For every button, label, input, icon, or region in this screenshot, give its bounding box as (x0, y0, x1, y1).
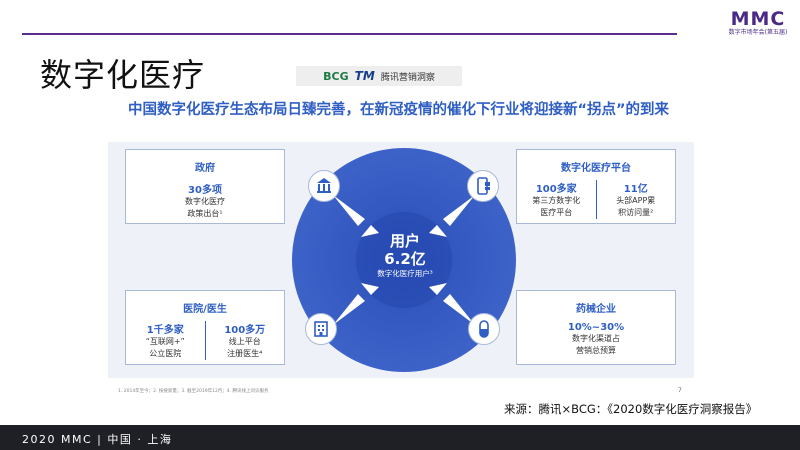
brand-logo-text: MMC (730, 8, 786, 30)
hospital-left-line1: “互联网+” (145, 337, 185, 346)
government-box: 政府 30多项 数字化医疗 政策出台¹ (125, 149, 285, 224)
platform-left-line1: 第三方数字化 (532, 196, 581, 205)
government-building-icon (317, 178, 331, 193)
center-desc: 数字化医疗用户³ (377, 269, 433, 278)
hospital-left-stat: 1千多家 “互联网+” 公立医院 (126, 321, 205, 360)
brand-subtitle: 数字市场年会(第五届) (728, 29, 788, 36)
hospital-left-line2: 公立医院 (149, 349, 182, 358)
tm-logo: TM (354, 69, 375, 83)
platform-box: 数字化医疗平台 100多家 第三方数字化 医疗平台 11亿 头部APP累 积访问… (516, 149, 676, 224)
bcg-logo: BCG (323, 69, 349, 83)
footnote: 1. 2014年至今；2. 按搜索量；3. 截至2019年12月；4. 腾讯线上… (118, 389, 269, 394)
hospital-title: 医院/医生 (183, 304, 227, 315)
hospital-left-number: 1千多家 (146, 325, 184, 336)
platform-right-line1: 头部APP累 (616, 196, 656, 205)
platform-right-line2: 积访问量² (618, 208, 654, 217)
platform-right-number: 11亿 (623, 184, 648, 195)
hospital-icon (314, 321, 328, 337)
pharma-desc-2: 营销总预算 (576, 346, 616, 355)
government-desc-1: 数字化医疗 (185, 197, 225, 206)
center-label: 用户 (389, 232, 420, 250)
tencent-insight-logo-text: 腾讯营销洞察 (380, 72, 435, 83)
platform-node (467, 170, 499, 202)
pharma-number: 10%~30% (567, 322, 625, 333)
platform-right-stat: 11亿 头部APP累 积访问量² (595, 180, 676, 219)
footer-bar: 2020 MMC | 中国 · 上海 (0, 425, 800, 450)
platform-title: 数字化医疗平台 (561, 163, 631, 174)
mobile-app-icon (477, 177, 490, 195)
partner-logos: BCG TM 腾讯营销洞察 (296, 66, 462, 86)
pill-capsule-icon (479, 320, 489, 338)
pharma-box: 药械企业 10%~30% 数字化渠道占 营销总预算 (516, 290, 676, 365)
footer-text: 2020 MMC | 中国 · 上海 (22, 433, 173, 446)
government-number: 30多项 (188, 185, 222, 196)
government-title: 政府 (195, 163, 215, 174)
hospital-box: 医院/医生 1千多家 “互联网+” 公立医院 100多万 线上平台 注册医生⁴ (125, 290, 285, 365)
center-user-stat: 用户 6.2亿 数字化医疗用户³ (360, 232, 450, 279)
source-citation: 来源：腾讯×BCG：《2020数字化医疗洞察报告》 (504, 402, 758, 416)
hospital-right-line1: 线上平台 (228, 337, 261, 346)
header-divider (22, 33, 677, 35)
government-node (308, 170, 340, 202)
pharma-title: 药械企业 (576, 304, 616, 315)
pharma-desc-1: 数字化渠道占 (572, 334, 620, 343)
hospital-right-line2: 注册医生⁴ (227, 349, 263, 358)
government-desc-2: 政策出台¹ (187, 209, 223, 218)
brand-logo: MMC 数字市场年会(第五届) (722, 9, 794, 37)
page-number: 7 (678, 387, 682, 394)
hospital-node (305, 313, 337, 345)
center-value: 6.2亿 (384, 250, 426, 268)
hospital-right-number: 100多万 (224, 325, 266, 336)
hospital-right-stat: 100多万 线上平台 注册医生⁴ (204, 321, 285, 360)
slide-headline: 中国数字化医疗生态布局日臻完善，在新冠疫情的催化下行业将迎接新“拐点”的到来 (128, 102, 670, 118)
platform-left-number: 100多家 (535, 184, 577, 195)
page-title: 数字化医疗 (40, 56, 206, 94)
platform-left-line2: 医疗平台 (540, 208, 573, 217)
platform-left-stat: 100多家 第三方数字化 医疗平台 (517, 180, 596, 219)
pharma-node (468, 313, 500, 345)
